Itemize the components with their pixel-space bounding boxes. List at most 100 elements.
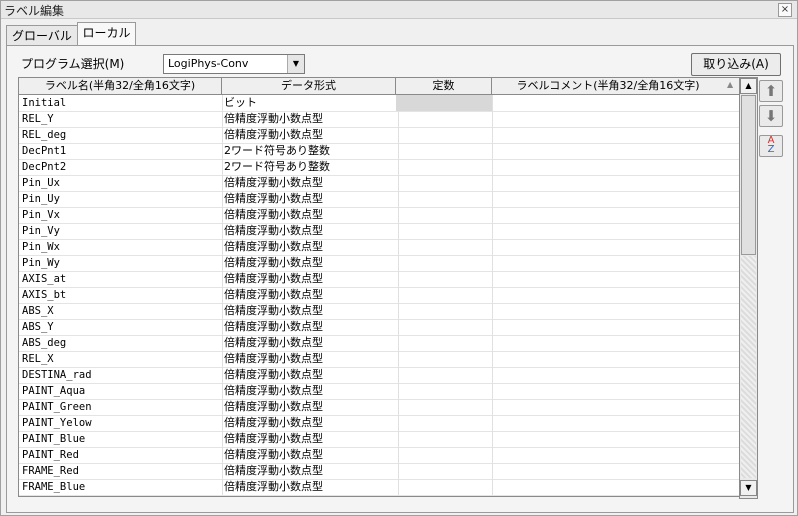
constant-cell[interactable] (396, 143, 493, 159)
label-name-cell[interactable]: AXIS_at (19, 271, 223, 287)
constant-cell[interactable] (396, 367, 493, 383)
scroll-down-button[interactable]: ▼ (740, 480, 757, 496)
data-type-cell[interactable]: 倍精度浮動小数点型 (222, 223, 399, 239)
label-name-cell[interactable]: DESTINA_rad (19, 367, 223, 383)
data-type-cell[interactable]: 倍精度浮動小数点型 (222, 239, 399, 255)
constant-cell[interactable] (396, 207, 493, 223)
constant-cell[interactable] (396, 447, 493, 463)
label-comment-cell[interactable] (492, 431, 740, 447)
label-comment-cell[interactable] (492, 335, 740, 351)
label-name-cell[interactable]: Pin_Vy (19, 223, 223, 239)
table-row[interactable]: DecPnt1 2ワード符号あり整数 (19, 143, 740, 160)
table-row[interactable]: Pin_Vx 倍精度浮動小数点型 (19, 207, 740, 224)
table-row[interactable]: Initial ビット (19, 95, 740, 112)
data-type-cell[interactable]: 倍精度浮動小数点型 (222, 303, 399, 319)
label-comment-cell[interactable] (492, 143, 740, 159)
table-row[interactable]: Pin_Wx 倍精度浮動小数点型 (19, 239, 740, 256)
label-name-cell[interactable]: PAINT_Aqua (19, 383, 223, 399)
constant-cell[interactable] (396, 223, 493, 239)
label-comment-cell[interactable] (492, 95, 740, 111)
table-row[interactable]: AXIS_bt 倍精度浮動小数点型 (19, 287, 740, 304)
label-comment-cell[interactable] (492, 191, 740, 207)
table-row[interactable]: ABS_Y 倍精度浮動小数点型 (19, 319, 740, 336)
label-name-cell[interactable]: ABS_X (19, 303, 223, 319)
scroll-thumb[interactable] (741, 95, 756, 255)
table-row[interactable]: ABS_deg 倍精度浮動小数点型 (19, 335, 740, 352)
constant-cell[interactable] (396, 255, 493, 271)
constant-cell[interactable] (396, 287, 493, 303)
label-comment-cell[interactable] (492, 111, 740, 127)
tab-global[interactable]: グローバル (6, 25, 78, 46)
label-name-cell[interactable]: Pin_Wy (19, 255, 223, 271)
constant-cell[interactable] (396, 127, 493, 143)
sort-az-button[interactable]: AZ (759, 135, 783, 157)
label-comment-cell[interactable] (492, 399, 740, 415)
program-select[interactable]: LogiPhys-Conv ▼ (163, 54, 305, 74)
data-type-cell[interactable]: 倍精度浮動小数点型 (222, 319, 399, 335)
move-down-button[interactable]: ⬇ (759, 105, 783, 127)
table-row[interactable]: PAINT_Aqua 倍精度浮動小数点型 (19, 383, 740, 400)
label-name-cell[interactable]: PAINT_Yelow (19, 415, 223, 431)
label-name-cell[interactable]: DecPnt2 (19, 159, 223, 175)
constant-cell[interactable] (396, 479, 493, 495)
constant-cell[interactable] (396, 111, 493, 127)
close-button[interactable]: × (778, 3, 792, 17)
constant-cell[interactable] (396, 399, 493, 415)
data-type-cell[interactable]: 倍精度浮動小数点型 (222, 447, 399, 463)
vertical-scrollbar[interactable]: ▲ ▼ (739, 77, 758, 499)
label-name-cell[interactable]: ABS_Y (19, 319, 223, 335)
label-name-cell[interactable]: REL_deg (19, 127, 223, 143)
table-row[interactable]: REL_X 倍精度浮動小数点型 (19, 351, 740, 368)
label-comment-cell[interactable] (492, 159, 740, 175)
data-type-cell[interactable]: 倍精度浮動小数点型 (222, 415, 399, 431)
label-comment-cell[interactable] (492, 271, 740, 287)
label-comment-cell[interactable] (492, 463, 740, 479)
table-row[interactable]: PAINT_Yelow 倍精度浮動小数点型 (19, 415, 740, 432)
constant-cell[interactable] (396, 335, 493, 351)
constant-cell[interactable] (396, 383, 493, 399)
constant-cell[interactable] (396, 351, 493, 367)
data-type-cell[interactable]: 倍精度浮動小数点型 (222, 351, 399, 367)
label-comment-cell[interactable] (492, 175, 740, 191)
data-type-cell[interactable]: 倍精度浮動小数点型 (222, 287, 399, 303)
constant-cell[interactable] (396, 175, 493, 191)
constant-cell[interactable] (396, 415, 493, 431)
label-name-cell[interactable]: REL_Y (19, 111, 223, 127)
label-comment-cell[interactable] (492, 447, 740, 463)
table-row[interactable]: AXIS_at 倍精度浮動小数点型 (19, 271, 740, 288)
data-type-cell[interactable]: ビット (222, 95, 399, 111)
label-comment-cell[interactable] (492, 303, 740, 319)
table-row[interactable]: ABS_X 倍精度浮動小数点型 (19, 303, 740, 320)
label-comment-cell[interactable] (492, 287, 740, 303)
data-type-cell[interactable]: 倍精度浮動小数点型 (222, 207, 399, 223)
constant-cell[interactable] (396, 159, 493, 175)
data-type-cell[interactable]: 倍精度浮動小数点型 (222, 191, 399, 207)
constant-cell[interactable] (396, 239, 493, 255)
constant-cell[interactable] (396, 303, 493, 319)
label-name-cell[interactable]: Pin_Wx (19, 239, 223, 255)
data-type-cell[interactable]: 倍精度浮動小数点型 (222, 479, 399, 495)
constant-cell[interactable] (396, 319, 493, 335)
label-comment-cell[interactable] (492, 127, 740, 143)
data-type-cell[interactable]: 倍精度浮動小数点型 (222, 271, 399, 287)
label-name-cell[interactable]: REL_X (19, 351, 223, 367)
constant-cell[interactable] (396, 271, 493, 287)
constant-cell[interactable] (396, 95, 493, 111)
table-row[interactable]: Pin_Vy 倍精度浮動小数点型 (19, 223, 740, 240)
header-label-name[interactable]: ラベル名(半角32/全角16文字) (19, 78, 222, 94)
data-type-cell[interactable]: 倍精度浮動小数点型 (222, 255, 399, 271)
scroll-track[interactable] (741, 256, 756, 478)
label-comment-cell[interactable] (492, 367, 740, 383)
table-row[interactable]: Pin_Ux 倍精度浮動小数点型 (19, 175, 740, 192)
label-comment-cell[interactable] (492, 351, 740, 367)
table-row[interactable]: Pin_Uy 倍精度浮動小数点型 (19, 191, 740, 208)
data-type-cell[interactable]: 2ワード符号あり整数 (222, 159, 399, 175)
table-row[interactable]: PAINT_Blue 倍精度浮動小数点型 (19, 431, 740, 448)
label-name-cell[interactable]: FRAME_Red (19, 463, 223, 479)
label-name-cell[interactable]: ABS_deg (19, 335, 223, 351)
constant-cell[interactable] (396, 463, 493, 479)
table-row[interactable]: DecPnt2 2ワード符号あり整数 (19, 159, 740, 176)
label-name-cell[interactable]: AXIS_bt (19, 287, 223, 303)
data-type-cell[interactable]: 倍精度浮動小数点型 (222, 399, 399, 415)
tab-local[interactable]: ローカル (77, 22, 136, 46)
